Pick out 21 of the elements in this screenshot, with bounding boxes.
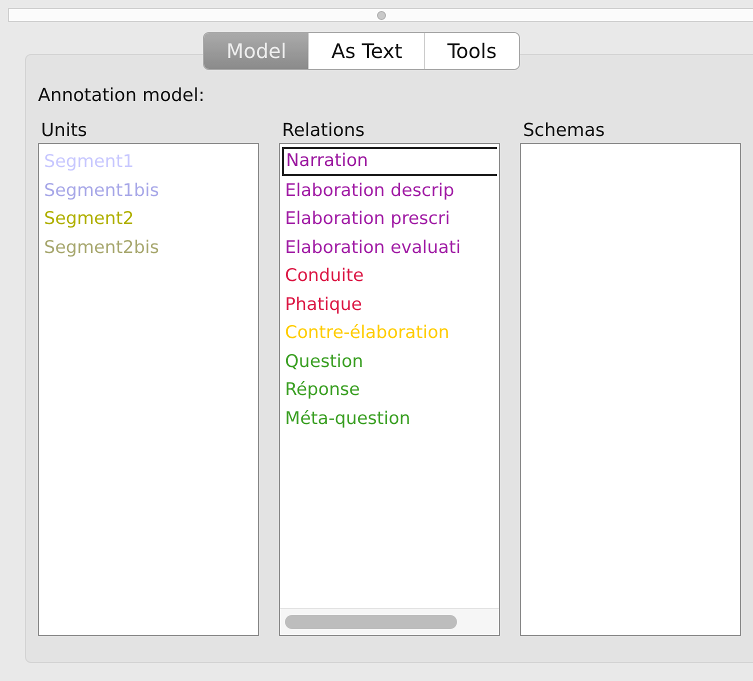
list-label: Schemas xyxy=(523,120,606,141)
list-item[interactable]: Phatique xyxy=(282,290,497,318)
list-item[interactable]: Narration xyxy=(282,147,497,176)
list-label: Units xyxy=(41,120,88,141)
list-item[interactable]: Elaboration prescri xyxy=(282,204,497,232)
section-heading: Annotation model: xyxy=(38,85,206,106)
scrollbar-thumb[interactable] xyxy=(285,615,457,629)
list-label: Relations xyxy=(282,120,366,141)
list-item[interactable]: Segment1bis xyxy=(41,176,256,204)
tab[interactable]: Model xyxy=(204,33,308,69)
resize-handle-icon[interactable] xyxy=(376,10,386,20)
list-item[interactable]: Elaboration evaluati xyxy=(282,232,497,261)
horizontal-scrollbar[interactable] xyxy=(280,608,499,635)
list-item[interactable]: Question xyxy=(282,346,497,375)
list-item[interactable]: Méta-question xyxy=(282,404,497,432)
list-item[interactable]: Réponse xyxy=(282,375,497,404)
list-item[interactable]: Segment2bis xyxy=(41,232,256,261)
list-item[interactable]: Elaboration descrip xyxy=(282,176,497,204)
list-item[interactable]: Segment2 xyxy=(41,204,256,232)
tab[interactable]: Tools xyxy=(424,33,519,69)
list-item[interactable]: Conduite xyxy=(282,261,497,290)
